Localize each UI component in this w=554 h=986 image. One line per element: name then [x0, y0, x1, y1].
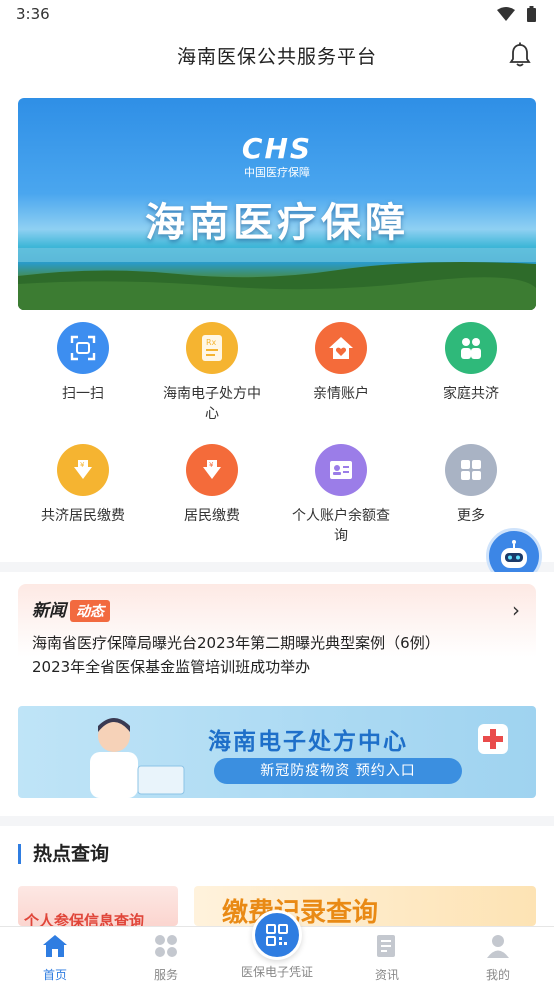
news-item[interactable]: 2023年全省医保基金监管培训班成功举办 — [32, 656, 310, 677]
news-heading-text: 新闻 — [32, 601, 66, 621]
grid-item-more[interactable]: 更多 — [406, 444, 536, 526]
more-grid-icon — [445, 444, 497, 496]
tab-label: 服务 — [153, 968, 178, 982]
wifi-icon — [497, 7, 515, 21]
chs-logo-subtitle: 中国医疗保障 — [244, 166, 310, 179]
robot-icon — [501, 540, 527, 568]
tab-label: 我的 — [485, 968, 510, 982]
news-badge: 动态 — [70, 600, 110, 622]
svg-text:¥: ¥ — [209, 461, 214, 469]
news-section: 新闻 动态 › 海南省医疗保障局曝光台2023年第二期曝光典型案例（6例） 202… — [0, 572, 554, 816]
prescription-icon: Rx — [186, 322, 238, 374]
tab-profile[interactable]: 我的 — [458, 933, 538, 983]
tab-label: 医保电子凭证 — [240, 965, 313, 979]
tab-label: 首页 — [42, 968, 67, 982]
tab-news[interactable]: 资讯 — [347, 933, 427, 983]
profile-icon — [487, 935, 509, 958]
battery-icon — [527, 6, 536, 22]
main-section: CHS 中国医疗保障 海南医疗保障 扫一扫 Rx 海南电子处方中心 亲情账户 家… — [0, 82, 554, 562]
services-icon — [155, 935, 177, 957]
home-heart-icon — [315, 322, 367, 374]
grid-item-family-mutual[interactable]: 家庭共济 — [406, 322, 536, 404]
grid-item-prescription[interactable]: Rx 海南电子处方中心 — [147, 322, 277, 424]
qr-code-icon — [266, 924, 288, 946]
grid-label: 更多 — [457, 508, 485, 524]
grid-item-mutual-payment[interactable]: ¥ 共济居民缴费 — [18, 444, 148, 526]
bell-icon[interactable] — [508, 42, 532, 68]
hot-card-insurance-info[interactable]: 个人参保信息查询 — [18, 886, 178, 926]
app-header: 海南医保公共服务平台 — [0, 30, 554, 82]
chevron-right-icon[interactable]: › — [512, 598, 520, 622]
hot-query-title: 热点查询 — [18, 844, 109, 864]
home-icon — [43, 935, 67, 957]
promo-subtitle: 新冠防疫物资 预约入口 — [214, 758, 462, 784]
chs-logo: CHS — [241, 132, 313, 165]
grid-item-resident-payment[interactable]: ¥ 居民缴费 — [147, 444, 277, 526]
account-card-icon — [315, 444, 367, 496]
svg-text:¥: ¥ — [80, 461, 85, 469]
prescription-promo-banner[interactable]: 海南电子处方中心 新冠防疫物资 预约入口 — [18, 706, 536, 798]
grid-label: 个人账户余额查询 — [292, 508, 390, 544]
news-card[interactable]: 新闻 动态 › 海南省医疗保障局曝光台2023年第二期曝光典型案例（6例） 202… — [18, 584, 536, 688]
grid-label: 居民缴费 — [184, 508, 240, 524]
tab-home[interactable]: 首页 — [15, 933, 95, 983]
hot-card-payment-records[interactable]: 缴费记录查询 — [194, 886, 536, 926]
status-time: 3:36 — [16, 5, 50, 23]
payment-down-icon: ¥ — [186, 444, 238, 496]
page-title: 海南医保公共服务平台 — [176, 46, 377, 68]
grid-label: 家庭共济 — [443, 386, 499, 402]
banner-title: 海南医疗保障 — [145, 200, 409, 246]
grid-label: 扫一扫 — [62, 386, 104, 402]
grid-item-account-balance[interactable]: 个人账户余额查询 — [276, 444, 406, 546]
tab-label: 资讯 — [374, 968, 399, 982]
status-bar: 3:36 — [0, 0, 554, 30]
payment-arrow-icon: ¥ — [57, 444, 109, 496]
hot-card-label: 缴费记录查询 — [222, 898, 379, 926]
svg-text:Rx: Rx — [206, 338, 217, 347]
scan-icon — [57, 322, 109, 374]
hot-card-label: 个人参保信息查询 — [24, 912, 145, 926]
news-heading: 新闻 动态 — [32, 596, 110, 622]
news-item[interactable]: 海南省医疗保障局曝光台2023年第二期曝光典型案例（6例） — [32, 632, 440, 653]
status-icons — [497, 6, 536, 22]
grid-label: 亲情账户 — [313, 386, 369, 402]
tab-insurance-qr[interactable]: 医保电子凭证 — [237, 963, 317, 980]
tab-services[interactable]: 服务 — [126, 933, 206, 983]
news-icon — [377, 935, 395, 957]
promo-title: 海南电子处方中心 — [208, 729, 408, 755]
grid-item-scan[interactable]: 扫一扫 — [18, 322, 148, 404]
grid-label: 共济居民缴费 — [41, 508, 125, 524]
hero-banner[interactable]: CHS 中国医疗保障 海南医疗保障 — [18, 98, 536, 310]
grid-item-family-account[interactable]: 亲情账户 — [276, 322, 406, 404]
grid-label: 海南电子处方中心 — [163, 386, 261, 422]
doctor-illustration — [90, 718, 185, 798]
family-icon — [445, 322, 497, 374]
medical-cross-icon — [478, 724, 508, 754]
qr-code-button[interactable] — [252, 910, 302, 960]
